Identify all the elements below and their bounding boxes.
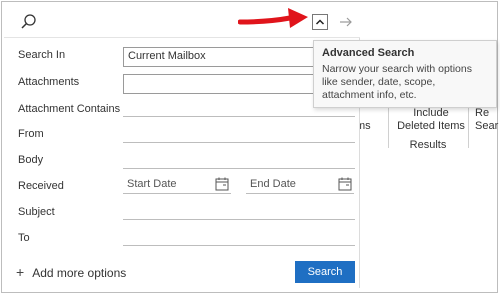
plus-icon: +: [16, 264, 25, 280]
arrow-right-icon[interactable]: [338, 14, 354, 30]
ribbon-include-label[interactable]: Include: [393, 107, 469, 119]
add-more-options-link[interactable]: + Add more options: [16, 264, 126, 280]
attachment-contains-label: Attachment Contains: [18, 103, 121, 115]
calendar-icon[interactable]: [215, 177, 229, 191]
ribbon-results-group-label: Results: [409, 139, 447, 151]
search-in-dropdown[interactable]: Current Mailbox: [123, 47, 321, 67]
to-label: To: [18, 232, 30, 244]
end-date-placeholder: End Date: [250, 178, 296, 190]
attachments-label: Attachments: [18, 76, 80, 88]
start-date-placeholder: Start Date: [127, 178, 177, 190]
calendar-icon[interactable]: [338, 177, 352, 191]
end-date-field[interactable]: End Date: [246, 176, 354, 194]
body-field[interactable]: [123, 151, 355, 169]
attachments-dropdown[interactable]: [123, 74, 321, 94]
search-icon[interactable]: [20, 13, 38, 31]
add-more-options-label: Add more options: [32, 266, 127, 280]
subject-field[interactable]: [123, 202, 355, 220]
search-in-label: Search In: [18, 49, 66, 61]
advanced-search-tooltip: Advanced Search Narrow your search with …: [313, 40, 497, 108]
search-button[interactable]: Search: [295, 261, 355, 283]
tooltip-body: Narrow your search with options like sen…: [322, 63, 472, 101]
annotation-arrow-icon: [238, 8, 308, 28]
advanced-search-panel: Search In Current Mailbox Attachments At…: [4, 4, 360, 288]
collapse-advanced-search-button[interactable]: [312, 14, 328, 30]
chevron-up-icon: [315, 19, 325, 25]
ribbon-search-label[interactable]: Sear: [475, 120, 498, 132]
body-label: Body: [18, 154, 44, 166]
from-label: From: [18, 128, 44, 140]
search-in-value: Current Mailbox: [128, 50, 206, 62]
received-label: Received: [18, 180, 64, 192]
to-field[interactable]: [123, 228, 355, 246]
from-field[interactable]: [123, 125, 355, 143]
ribbon-re-label[interactable]: Re: [475, 107, 489, 119]
tooltip-title: Advanced Search: [322, 47, 415, 59]
ribbon-divider-2: [468, 108, 469, 148]
subject-label: Subject: [18, 206, 55, 218]
ribbon-deleted-items-label[interactable]: Deleted Items: [393, 120, 469, 132]
start-date-field[interactable]: Start Date: [123, 176, 231, 194]
